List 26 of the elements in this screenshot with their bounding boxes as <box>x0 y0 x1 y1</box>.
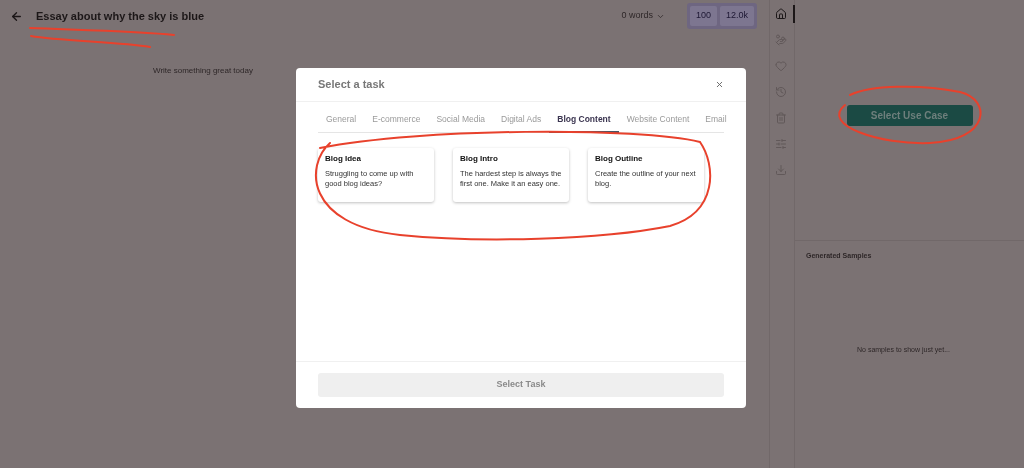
sliders-icon <box>775 138 787 150</box>
credit-count: 100 <box>689 6 717 26</box>
dialog-title: Select a task <box>318 77 385 93</box>
select-use-case-button[interactable]: Select Use Case <box>846 105 973 126</box>
download-icon <box>775 164 787 176</box>
task-card-title: Blog Outline <box>595 152 644 165</box>
history-icon <box>775 86 787 98</box>
word-count-dropdown[interactable]: 0 words <box>621 9 665 23</box>
hand-icon <box>775 34 787 46</box>
category-tab[interactable]: Website Content <box>618 113 698 133</box>
category-tab[interactable]: Blog Content <box>549 113 619 133</box>
category-tab[interactable]: General <box>318 113 365 133</box>
trash-icon <box>775 112 787 124</box>
home-icon <box>775 8 787 20</box>
category-tab[interactable]: Digital Ads <box>493 113 550 133</box>
task-card-title: Blog Idea <box>325 152 362 165</box>
credit-count: 12.0k <box>719 6 754 26</box>
heart-icon <box>775 60 787 72</box>
category-tab[interactable]: Social Media <box>428 113 494 133</box>
document-title: Essay about why the sky is blue <box>36 8 205 24</box>
task-card-title: Blog Intro <box>460 152 499 165</box>
back-arrow-icon[interactable] <box>10 9 23 23</box>
editor-field[interactable]: Write something great today <box>153 65 313 77</box>
category-tab[interactable]: E-commerce <box>364 113 429 133</box>
close-icon[interactable] <box>715 80 724 89</box>
category-tab[interactable]: Email <box>697 113 735 133</box>
